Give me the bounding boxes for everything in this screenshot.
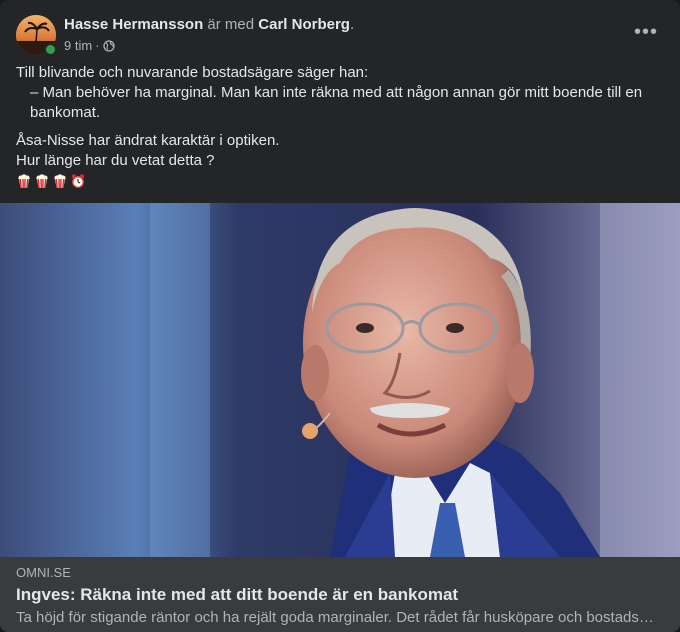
post-text-quote: – Man behöver ha marginal. Man kan inte … [30,84,643,121]
post-meta: 9 tim · [64,38,115,54]
link-preview-image[interactable] [0,203,680,557]
popcorn-icon [36,174,48,189]
tagged-name[interactable]: Carl Norberg [258,16,350,33]
author-name[interactable]: Hasse Hermansson [64,16,203,33]
link-description: Ta höjd för stigande räntor och ha rejäl… [16,609,654,626]
popcorn-icon [18,174,30,189]
more-options-icon: ••• [633,20,658,43]
popcorn-icon [54,174,66,189]
globe-icon [102,40,115,52]
post-header: Hasse Hermansson är med Carl Norberg. 9 … [16,14,664,58]
with-text: är med [207,16,255,33]
portrait-photo [0,203,680,557]
post-text: Till blivande och nuvarande bostadsägare… [16,63,664,191]
post-text-line: Åsa-Nisse har ändrat karaktär i optiken. [16,132,280,149]
post-timestamp[interactable]: 9 tim [64,38,92,54]
period: . [349,16,355,33]
author-line: Hasse Hermansson är med Carl Norberg. [64,16,354,34]
post-text-line: Till blivande och nuvarande bostadsägare… [16,64,369,81]
post-text-line: Hur länge har du vetat detta ? [16,152,215,169]
meta-separator: · [95,38,100,53]
more-options-button[interactable]: ••• [632,18,660,46]
emoji-row [16,173,664,191]
link-domain: OMNI.SE [16,565,71,580]
online-status-dot [44,43,57,56]
link-title[interactable]: Ingves: Räkna inte med att ditt boende ä… [16,585,458,605]
post-card: Hasse Hermansson är med Carl Norberg. 9 … [0,0,680,632]
alarm-clock-icon [71,174,85,188]
link-preview-card[interactable]: OMNI.SE Ingves: Räkna inte med att ditt … [0,557,680,632]
